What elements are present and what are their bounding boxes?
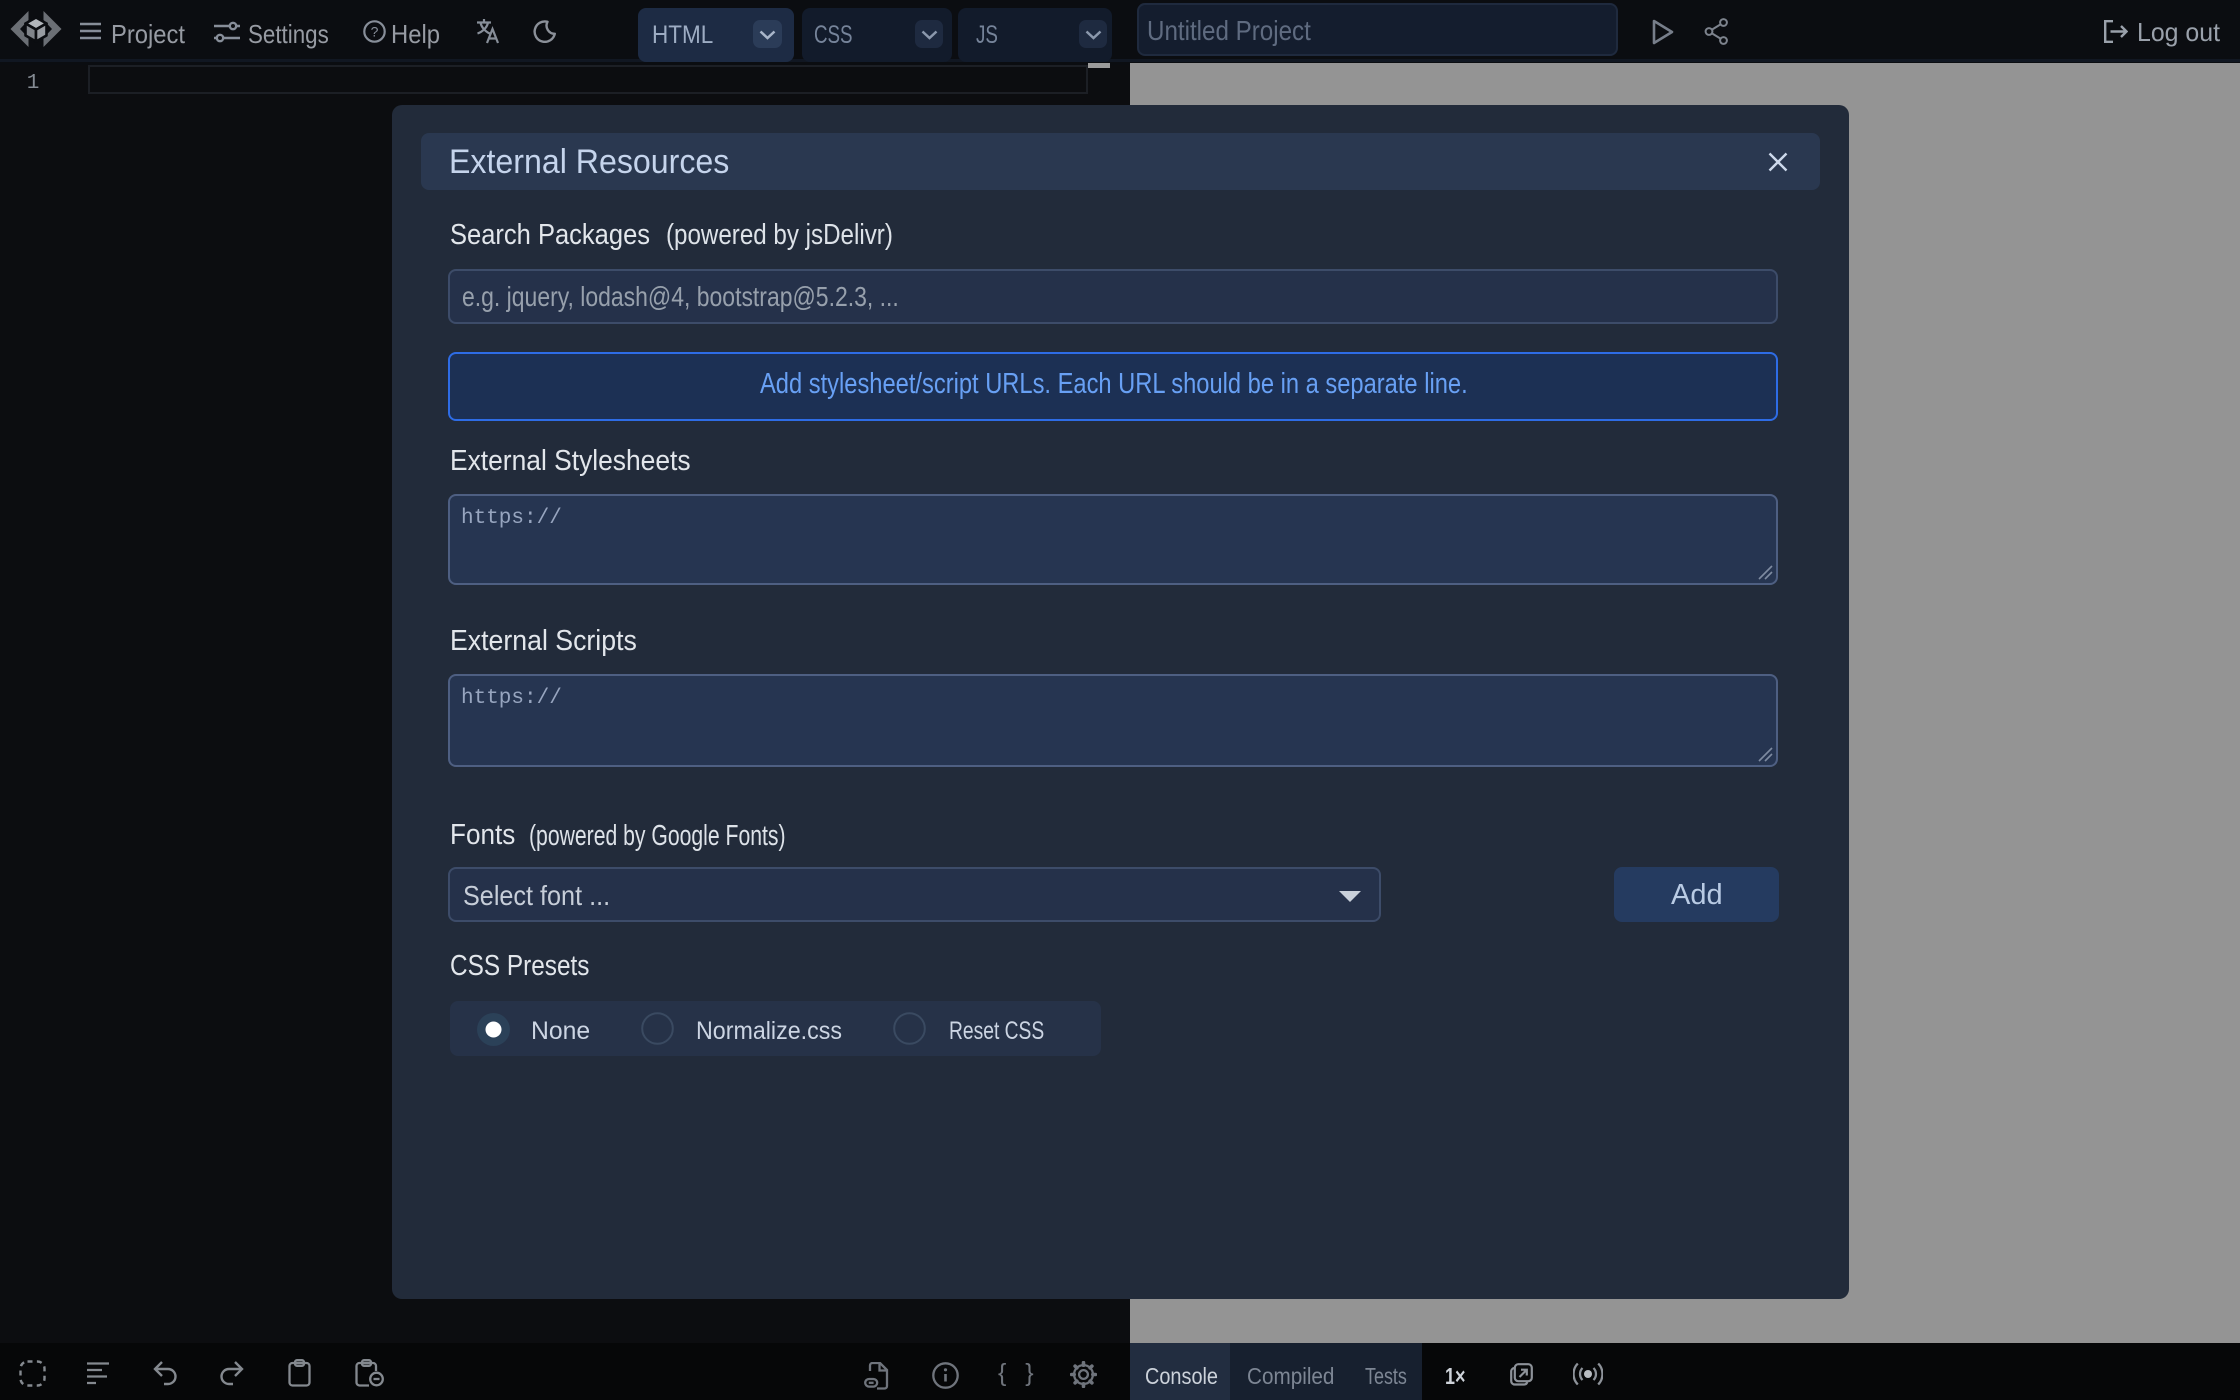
svg-text:?: ? (371, 24, 379, 40)
